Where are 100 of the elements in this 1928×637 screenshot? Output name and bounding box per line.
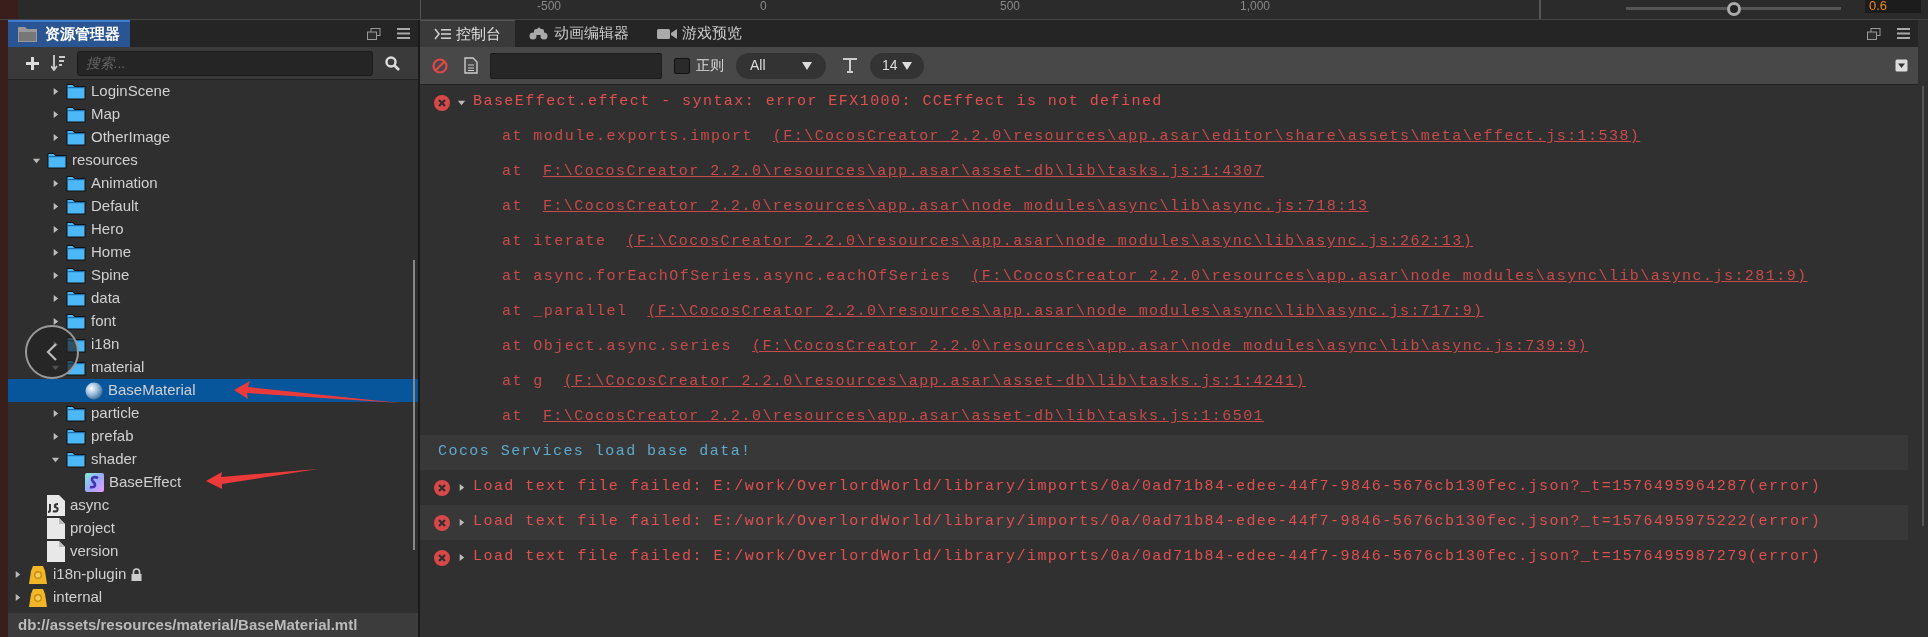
tree-item[interactable]: OtherImage [8, 126, 418, 149]
tree-item[interactable]: BaseMaterial [8, 379, 418, 402]
stack-caller: at [502, 197, 523, 218]
panel-tab[interactable]: 动画编辑器 [515, 20, 643, 47]
tree-item[interactable]: shader [8, 448, 418, 471]
sort-icon[interactable] [51, 55, 65, 71]
collapsed-caret-icon[interactable] [51, 294, 60, 303]
folder-icon [66, 428, 86, 445]
expanded-caret-icon[interactable] [457, 98, 466, 107]
folder-icon [66, 106, 86, 123]
tree-item-label: OtherImage [91, 127, 171, 148]
panel-tab[interactable]: 资源管理器 [8, 20, 130, 47]
panel-tab[interactable]: 游戏预览 [643, 20, 756, 47]
document-icon[interactable] [464, 57, 478, 74]
tree-item-label: project [70, 518, 116, 539]
tree-item[interactable]: prefab [8, 425, 418, 448]
tree-item-label: font [91, 311, 117, 332]
collapsed-caret-icon[interactable] [13, 593, 22, 602]
tree-item[interactable]: Hero [8, 218, 418, 241]
tree-item[interactable]: Home [8, 241, 418, 264]
folder-icon [18, 27, 37, 42]
value-field[interactable]: 0.6 [1865, 0, 1921, 13]
package-icon [28, 587, 48, 608]
slider[interactable] [1626, 1, 1841, 17]
panel-tab[interactable]: 控制台 [420, 20, 515, 47]
collapsed-caret-icon[interactable] [457, 483, 466, 492]
tree-item-label: particle [91, 403, 140, 424]
tree-item-label: resources [72, 150, 138, 171]
folder-icon [47, 152, 67, 169]
search-field[interactable]: 搜索... [77, 50, 373, 76]
menu-icon[interactable] [397, 28, 410, 39]
tree-item[interactable]: Default [8, 195, 418, 218]
menu-icon[interactable] [1897, 28, 1910, 39]
filter-field[interactable] [490, 52, 662, 79]
font-size-select[interactable]: 14 [870, 52, 924, 79]
stack-caller: at Object.async.series [502, 337, 732, 358]
folder-icon [66, 405, 86, 422]
log-message: Cocos Services load base data! [438, 442, 752, 463]
stack-caller: at [502, 162, 523, 183]
tree-item[interactable]: font [8, 310, 418, 333]
caret-icon [802, 61, 812, 70]
tree-item[interactable]: particle [8, 402, 418, 425]
folder-icon [66, 83, 86, 100]
status-bar: db://assets/resources/material/BaseMaterial.mtl [8, 613, 418, 637]
stack-caller: at g [502, 372, 544, 393]
restore-window-icon[interactable] [367, 27, 381, 40]
tree-item-label: shader [91, 449, 137, 470]
collapse-icon[interactable] [1895, 59, 1908, 72]
collapsed-caret-icon[interactable] [51, 248, 60, 257]
folder-icon [66, 221, 86, 238]
tree-item[interactable]: Map [8, 103, 418, 126]
error-icon [434, 514, 450, 531]
tree-item-label: BaseMaterial [108, 380, 196, 401]
tree-item-label: Home [91, 242, 131, 263]
error-icon [434, 549, 450, 566]
collapsed-caret-icon[interactable] [51, 202, 60, 211]
regex-label: 正则 [696, 56, 724, 75]
expanded-caret-icon[interactable] [51, 455, 60, 464]
collapsed-caret-icon[interactable] [51, 432, 60, 441]
tree-item[interactable]: project [8, 517, 418, 540]
collapsed-caret-icon[interactable] [13, 570, 22, 579]
tree-item[interactable]: async [8, 494, 418, 517]
tree-item-label: data [91, 288, 121, 309]
search-icon[interactable] [385, 55, 400, 71]
font-size-icon [842, 58, 858, 73]
collapsed-caret-icon[interactable] [51, 225, 60, 234]
tree-item[interactable]: Spine [8, 264, 418, 287]
stack-caller: at module.exports.import [502, 127, 753, 148]
tree-item[interactable]: resources [8, 149, 418, 172]
collapsed-caret-icon[interactable] [51, 133, 60, 142]
slider-thumb[interactable] [1726, 2, 1741, 16]
tree-item-label: LoginScene [91, 81, 171, 102]
level-filter-select[interactable]: All [736, 52, 826, 79]
expanded-caret-icon[interactable] [32, 156, 41, 165]
folder-icon [66, 290, 86, 307]
tree-item[interactable]: Animation [8, 172, 418, 195]
back-overlay-button[interactable] [25, 325, 79, 379]
scrollbar[interactable] [1922, 86, 1924, 526]
collapsed-caret-icon[interactable] [51, 179, 60, 188]
regex-checkbox[interactable] [674, 57, 690, 74]
ruler-label: -500 [537, 0, 562, 12]
scrollbar[interactable] [413, 260, 415, 550]
collapsed-caret-icon[interactable] [51, 110, 60, 119]
collapsed-caret-icon[interactable] [457, 518, 466, 527]
tree-item[interactable]: internal [8, 586, 418, 609]
add-icon[interactable] [26, 56, 39, 70]
collapsed-caret-icon[interactable] [51, 87, 60, 96]
tree-item[interactable]: version [8, 540, 418, 563]
tree-item[interactable]: data [8, 287, 418, 310]
tree-item[interactable]: LoginScene [8, 80, 418, 103]
tree-item-label: Default [91, 196, 139, 217]
log-message: Load text file failed: E:/work/OverlordWorld/library/imports/0a/0ad71b84-edee-44f7-9846-5676cb130fec.json?_t=1576495964287(error) [473, 477, 1822, 498]
folder-icon [66, 313, 86, 330]
collapsed-caret-icon[interactable] [51, 409, 60, 418]
collapsed-caret-icon[interactable] [457, 553, 466, 562]
tree-item-label: Animation [91, 173, 158, 194]
tree-item[interactable]: i18n-plugin [8, 563, 418, 586]
collapsed-caret-icon[interactable] [51, 271, 60, 280]
tree-item[interactable]: BaseEffect [8, 471, 418, 494]
restore-window-icon[interactable] [1867, 27, 1881, 40]
